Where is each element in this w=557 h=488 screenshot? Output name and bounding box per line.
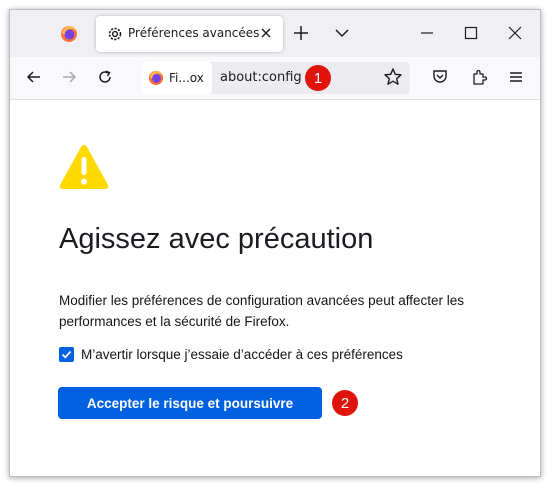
checkmark-icon: [61, 350, 72, 359]
warning-icon: [59, 145, 109, 189]
identity-label: Fi...ox: [169, 71, 204, 85]
warn-checkbox-label[interactable]: M’avertir lorsque j’essaie d’accéder à c…: [81, 347, 403, 362]
forward-icon: [63, 71, 77, 83]
close-tab-button[interactable]: [257, 24, 275, 42]
firefox-icon: [148, 70, 164, 86]
tab-strip: Préférences avancées: [10, 10, 540, 57]
gear-icon: [108, 27, 122, 41]
chevron-down-icon[interactable]: [333, 24, 351, 42]
warn-checkbox[interactable]: [59, 346, 74, 362]
page-title: Agissez avec précaution: [59, 223, 374, 255]
url-bar[interactable]: Fi...ox about:config 1: [142, 62, 410, 94]
tab-title: Préférences avancées: [128, 26, 260, 40]
tab-preferences[interactable]: Préférences avancées: [96, 16, 283, 52]
firefox-view-tab[interactable]: [58, 23, 80, 45]
menu-icon: [510, 72, 522, 82]
url-text[interactable]: about:config: [220, 70, 302, 85]
browser-window: Préférences avancées Fi...ox about:confi…: [9, 9, 541, 477]
reload-button[interactable]: [95, 67, 115, 87]
extensions-icon: [473, 69, 488, 85]
window-close-icon[interactable]: [506, 24, 524, 42]
accept-risk-button[interactable]: Accepter le risque et poursuivre: [58, 387, 322, 419]
back-icon: [26, 71, 40, 83]
plus-icon[interactable]: [292, 24, 310, 42]
close-icon: [261, 28, 271, 38]
pocket-button[interactable]: [430, 67, 450, 87]
extensions-button[interactable]: [469, 67, 489, 87]
star-icon[interactable]: [383, 67, 403, 87]
back-button[interactable]: [24, 67, 44, 87]
warn-checkbox-row[interactable]: M’avertir lorsque j’essaie d’accéder à c…: [59, 345, 403, 363]
menu-button[interactable]: [506, 67, 526, 87]
firefox-icon: [61, 26, 77, 42]
identity-box[interactable]: Fi...ox: [142, 62, 212, 94]
reload-icon: [99, 70, 111, 83]
forward-button[interactable]: [59, 67, 79, 87]
annotation-badge-2: 2: [332, 390, 358, 416]
pocket-icon: [433, 70, 447, 83]
warning-description: Modifier les préférences de configuratio…: [59, 293, 464, 329]
maximize-icon[interactable]: [462, 24, 480, 42]
nav-bar: Fi...ox about:config 1: [10, 57, 540, 100]
minimize-icon[interactable]: [418, 24, 436, 42]
annotation-badge-1: 1: [305, 65, 331, 91]
